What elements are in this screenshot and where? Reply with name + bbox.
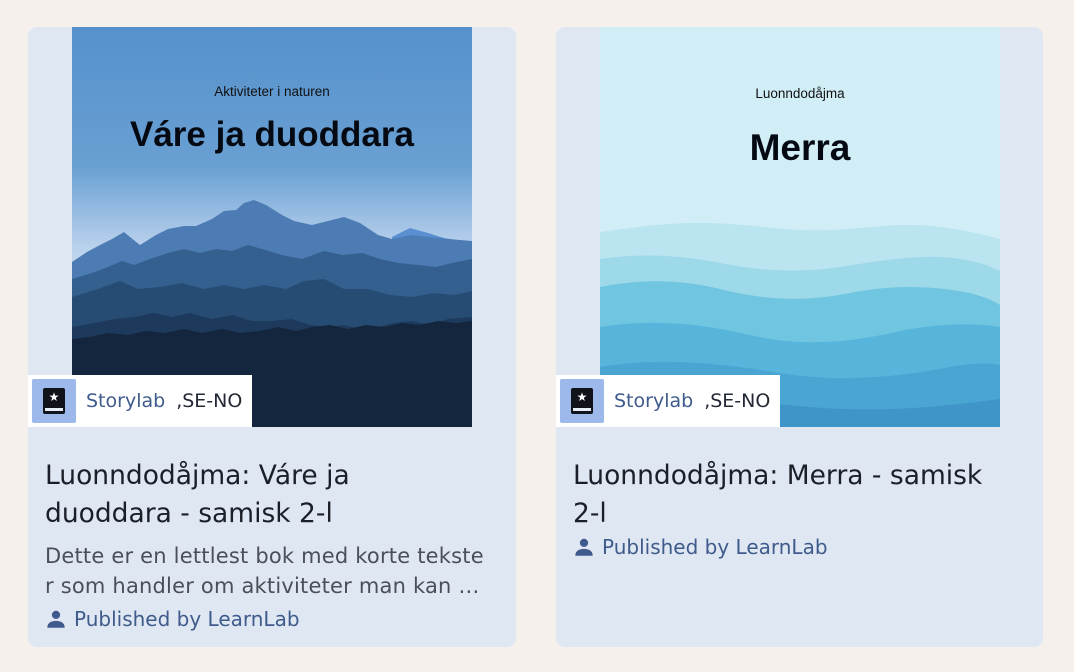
storylab-book-icon: ★: [560, 379, 604, 423]
book-title-line: 2-l: [573, 498, 607, 529]
source-locale: ,SE-NO: [176, 390, 243, 412]
cover-title: Merra: [749, 127, 851, 168]
source-name-link[interactable]: Storylab: [614, 390, 693, 412]
description-line: r som handler om aktiviteter man kan …: [45, 574, 480, 598]
book-title-line: Luonndodåjma: Merra - samisk: [573, 460, 983, 491]
source-badge: ★ Storylab ,SE-NO: [556, 375, 781, 427]
book-card-merra[interactable]: Luonndodåjma Merra ★ Storylab ,SE-NO Luo…: [556, 27, 1043, 647]
publisher-link[interactable]: Published by LearnLab: [573, 535, 828, 559]
book-title[interactable]: Luonndodåjma: Váre ja duoddara - samisk …: [45, 457, 505, 533]
person-icon: [47, 610, 65, 628]
book-cover-image[interactable]: Luonndodåjma Merra: [600, 27, 1000, 427]
book-cover-image[interactable]: Aktiviteter i naturen Váre ja duoddara: [72, 27, 472, 427]
source-locale: ,SE-NO: [704, 390, 771, 412]
storylab-book-icon: ★: [32, 379, 76, 423]
publisher-text: Published by LearnLab: [74, 607, 300, 631]
publisher-text: Published by LearnLab: [602, 535, 828, 559]
book-title-line: Luonndodåjma: Váre ja: [45, 460, 350, 491]
book-card-vare-ja-duoddara[interactable]: Aktiviteter i naturen Váre ja duoddara ★…: [28, 27, 516, 647]
publisher-link[interactable]: Published by LearnLab: [45, 607, 300, 631]
person-icon: [575, 538, 593, 556]
book-title[interactable]: Luonndodåjma: Merra - samisk 2-l: [573, 457, 1033, 533]
source-name-link[interactable]: Storylab: [86, 390, 165, 412]
cover-subtitle: Luonndodåjma: [755, 86, 845, 101]
book-title-line: duoddara - samisk 2-l: [45, 498, 333, 529]
book-description: Dette er en lettlest bok med korte tekst…: [45, 541, 505, 601]
description-line: Dette er en lettlest bok med korte tekst…: [45, 544, 484, 568]
cover-subtitle: Aktiviteter i naturen: [214, 84, 330, 99]
source-badge: ★ Storylab ,SE-NO: [28, 375, 253, 427]
cover-title: Váre ja duoddara: [130, 115, 414, 154]
